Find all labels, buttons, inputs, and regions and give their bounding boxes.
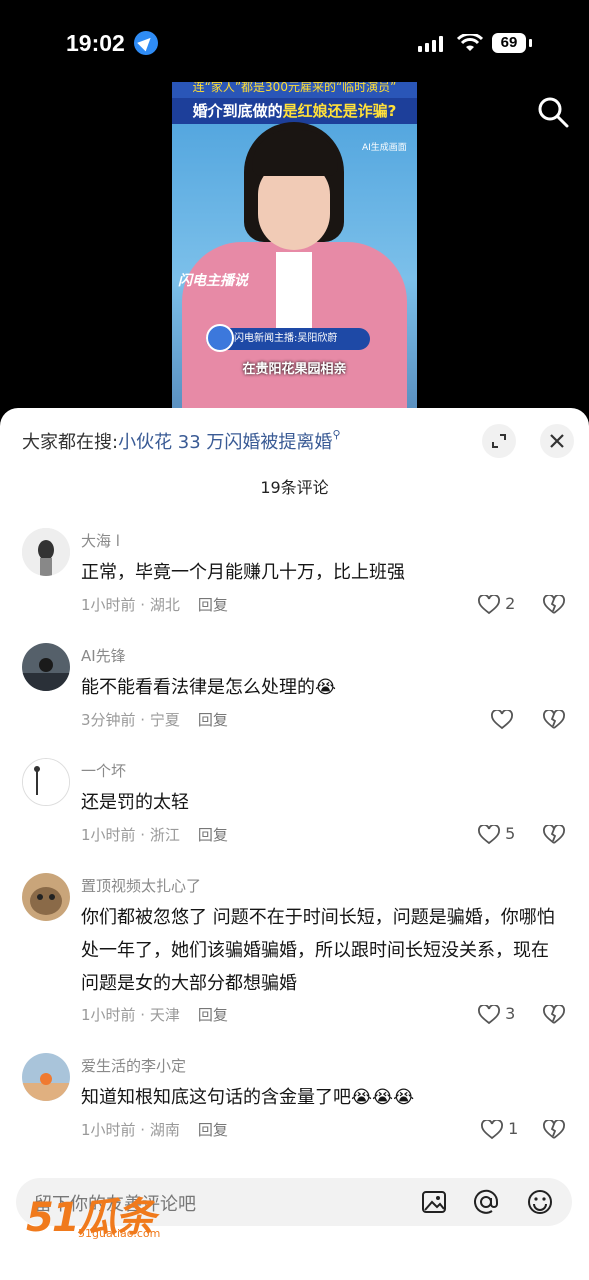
comment-time-location: 1小时前 · 湖南 [81,1121,180,1139]
comment-text: 还是罚的太轻 [81,792,189,813]
microphone-icon [206,324,234,352]
dislike-button[interactable] [543,1118,565,1140]
video-subtitle: 在贵阳花果园相亲 [242,362,347,377]
reply-button[interactable]: 回复 [198,596,228,614]
like-button[interactable]: 3 [478,1003,538,1025]
comment-meta: 1小时前 · 浙江 回复 [81,824,228,845]
comment-username[interactable]: 爱生活的李小定 [81,1055,186,1076]
avatar[interactable] [22,1053,70,1101]
comment-meta: 1小时前 · 湖南 回复 [81,1119,228,1140]
comment-username[interactable]: 一个坏 [81,760,126,781]
comment-text: 正常，毕竟一个月能赚几十万，比上班强 [81,562,405,583]
close-button[interactable] [540,424,574,458]
mention-icon[interactable] [472,1188,500,1216]
battery-icon: 69 [492,33,526,53]
broken-heart-icon [543,1118,565,1139]
heart-icon [481,1118,503,1139]
comment-time-location: 1小时前 · 湖北 [81,596,180,614]
avatar[interactable] [22,758,70,806]
video-brand: 闪电主播说 [178,273,248,289]
wifi-icon [457,34,483,51]
emoji-icon[interactable] [526,1188,554,1216]
video-title-line1: 连“家人”都是300元雇来的“临时演员” [172,82,417,98]
comments-sheet: 大家都在搜:小伙花 33 万闪婚被提离婚⚲ 19条评论 大海 l 正常，毕竟一个… [0,408,589,1280]
ai-generated-tag: AI生成画面 [362,143,407,153]
video-player[interactable]: 连“家人”都是300元雇来的“临时演员” 婚介到底做的是红娘还是诈骗? AI生成… [172,82,417,410]
like-button[interactable]: 5 [478,823,538,845]
expand-icon [492,434,506,448]
expand-button[interactable] [482,424,516,458]
hot-search-keyword[interactable]: 小伙花 33 万闪婚被提离婚 [118,432,332,453]
hot-search-prefix: 大家都在搜: [22,432,119,453]
location-icon [134,31,158,55]
like-button[interactable]: 1 [481,1118,541,1140]
comment-time-location: 1小时前 · 天津 [81,1006,180,1024]
like-count: 5 [505,824,516,843]
avatar[interactable] [22,528,70,576]
comment-text: 你们都被忽悠了 问题不在于时间长短，问题是骗婚，你哪怕处一年了，她们该骗婚骗婚，… [81,907,555,994]
like-button[interactable] [491,708,551,730]
anchor-shirt [276,252,312,332]
heart-icon [478,1003,500,1024]
like-count: 1 [508,1119,519,1138]
heart-icon [478,593,500,614]
reply-button[interactable]: 回复 [198,1006,228,1024]
comment-meta: 1小时前 · 湖北 回复 [81,594,228,615]
broken-heart-icon [543,823,565,844]
status-bar: 19:02 69 [0,0,589,86]
like-button[interactable]: 2 [478,593,538,615]
comment-text: 能不能看看法律是怎么处理的😭 [81,677,337,698]
broken-heart-icon [543,1003,565,1024]
reply-button[interactable]: 回复 [198,711,228,729]
reply-button[interactable]: 回复 [198,826,228,844]
comment-meta: 1小时前 · 天津 回复 [81,1004,228,1025]
like-count: 2 [505,594,516,613]
comment-username[interactable]: 大海 l [81,530,120,551]
comment-time-location: 1小时前 · 浙江 [81,826,180,844]
comment-text: 知道知根知底这句话的含金量了吧😭😭😭 [81,1087,415,1108]
video-title-line2: 婚介到底做的是红娘还是诈骗? [172,98,417,124]
video-title-line2-b: 是红娘还是诈骗? [282,102,397,120]
dislike-button[interactable] [543,1003,565,1025]
video-title-line2-a: 婚介到底做的 [192,102,283,120]
status-time: 19:02 [66,30,125,56]
reply-button[interactable]: 回复 [198,1121,228,1139]
dislike-button[interactable] [543,708,565,730]
comment-count: 19条评论 [260,478,329,497]
close-icon [550,434,564,448]
like-count: 3 [505,1004,516,1023]
heart-icon [478,823,500,844]
search-small-icon: ⚲ [332,428,341,441]
watermark-url: 51guatiao.com [78,1227,161,1240]
watermark-logo: 51瓜条 51guatiao.com [26,1185,160,1243]
avatar[interactable] [22,873,70,921]
comment-username[interactable]: AI先锋 [81,645,126,666]
heart-icon [491,708,513,729]
dislike-button[interactable] [543,593,565,615]
broken-heart-icon [543,593,565,614]
battery-tip [529,39,532,47]
dislike-button[interactable] [543,823,565,845]
comment-meta: 3分钟前 · 宁夏 回复 [81,709,228,730]
hot-search[interactable]: 大家都在搜:小伙花 33 万闪婚被提离婚⚲ [22,428,341,454]
comment-username[interactable]: 置顶视频太扎心了 [81,875,201,896]
avatar[interactable] [22,643,70,691]
image-icon[interactable] [420,1188,448,1216]
search-icon[interactable] [537,96,569,128]
broken-heart-icon [543,708,565,729]
comment-time-location: 3分钟前 · 宁夏 [81,711,180,729]
